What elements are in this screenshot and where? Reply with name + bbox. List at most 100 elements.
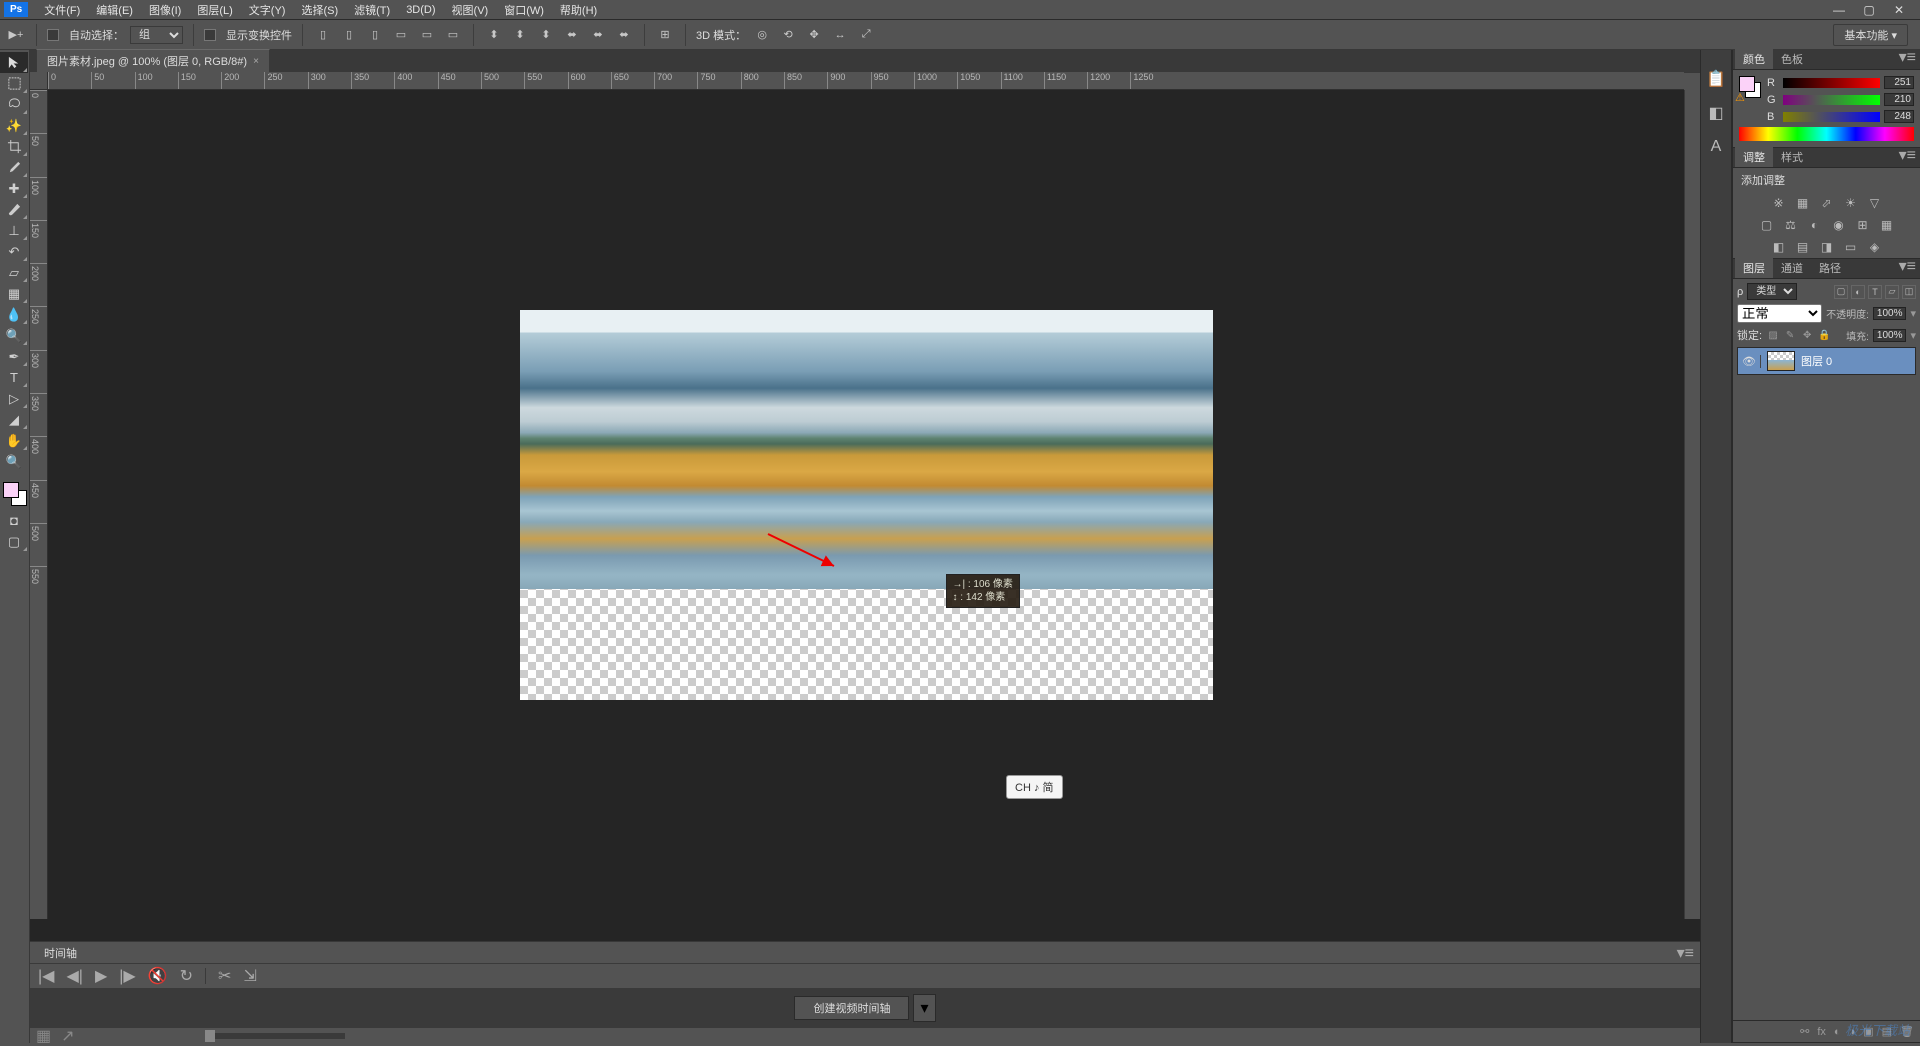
distribute-icon[interactable]: ⬌ bbox=[562, 25, 582, 45]
adjustments-tab[interactable]: 调整 bbox=[1735, 146, 1773, 167]
lock-position-icon[interactable]: ✥ bbox=[1800, 328, 1814, 342]
selective-color-icon[interactable]: ◈ bbox=[1867, 239, 1883, 255]
vibrance-icon[interactable]: ▽ bbox=[1867, 195, 1883, 211]
swatches-tab[interactable]: 色板 bbox=[1773, 48, 1811, 69]
move-tool-icon[interactable]: ▶+ bbox=[6, 25, 26, 45]
type-tool[interactable]: T bbox=[0, 367, 28, 388]
b-value[interactable]: 248 bbox=[1884, 110, 1914, 123]
properties-panel-icon[interactable]: ◧ bbox=[1705, 102, 1727, 124]
layers-tab[interactable]: 图层 bbox=[1735, 257, 1773, 278]
menu-type[interactable]: 文字(Y) bbox=[241, 0, 294, 20]
split-clip-icon[interactable]: ✂ bbox=[218, 966, 231, 986]
image-layer[interactable] bbox=[520, 310, 1213, 589]
distribute-icon[interactable]: ⬍ bbox=[536, 25, 556, 45]
distribute-icon[interactable]: ⬌ bbox=[614, 25, 634, 45]
zoom-tool[interactable]: 🔍 bbox=[0, 451, 28, 472]
curves-icon[interactable]: ⬀ bbox=[1819, 195, 1835, 211]
menu-filter[interactable]: 滤镜(T) bbox=[346, 0, 398, 20]
shape-tool[interactable]: ◢ bbox=[0, 409, 28, 430]
panel-menu-icon[interactable]: ▾≡ bbox=[1895, 45, 1920, 69]
hand-tool[interactable]: ✋ bbox=[0, 430, 28, 451]
brush-tool[interactable] bbox=[0, 199, 28, 220]
panel-menu-icon[interactable]: ▾≡ bbox=[1895, 143, 1920, 167]
lock-all-icon[interactable]: 🔒 bbox=[1817, 328, 1831, 342]
layer-style-icon[interactable]: fx bbox=[1817, 1026, 1826, 1038]
align-center-v-icon[interactable]: ▭ bbox=[417, 25, 437, 45]
loop-icon[interactable]: ↻ bbox=[180, 966, 193, 986]
auto-select-dropdown[interactable]: 组 bbox=[130, 26, 183, 44]
timeline-zoom-slider[interactable] bbox=[205, 1033, 345, 1039]
channels-tab[interactable]: 通道 bbox=[1773, 257, 1811, 278]
panel-menu-icon[interactable]: ▾≡ bbox=[1677, 943, 1694, 963]
gradient-map-icon[interactable]: ▭ bbox=[1843, 239, 1859, 255]
threeD-pan-icon[interactable]: ✥ bbox=[804, 25, 824, 45]
filter-adjustment-icon[interactable]: ◐ bbox=[1851, 285, 1865, 299]
g-value[interactable]: 210 bbox=[1884, 93, 1914, 106]
healing-brush-tool[interactable]: ✚ bbox=[0, 178, 28, 199]
visibility-toggle-icon[interactable]: 👁 bbox=[1742, 355, 1761, 368]
eraser-tool[interactable]: ▱ bbox=[0, 262, 28, 283]
channel-mixer-icon[interactable]: ⊞ bbox=[1855, 217, 1871, 233]
photo-filter-icon[interactable]: ◉ bbox=[1831, 217, 1847, 233]
invert-icon[interactable]: ◧ bbox=[1771, 239, 1787, 255]
maximize-button[interactable]: ▢ bbox=[1860, 3, 1878, 17]
horizontal-ruler[interactable]: 0501001502002503003504004505005506006507… bbox=[48, 72, 1684, 90]
history-panel-icon[interactable]: 📋 bbox=[1705, 68, 1727, 90]
threeD-slide-icon[interactable]: ↔ bbox=[830, 25, 850, 45]
crop-tool[interactable] bbox=[0, 136, 28, 157]
filter-smart-icon[interactable]: ◫ bbox=[1902, 285, 1916, 299]
prev-frame-icon[interactable]: ◀| bbox=[66, 966, 82, 986]
filter-type-icon[interactable]: T bbox=[1868, 285, 1882, 299]
align-top-icon[interactable]: ▭ bbox=[391, 25, 411, 45]
menu-file[interactable]: 文件(F) bbox=[36, 0, 88, 20]
lasso-tool[interactable] bbox=[0, 94, 28, 115]
layer-name[interactable]: 图层 0 bbox=[1801, 353, 1832, 369]
layer-mask-icon[interactable]: ◐ bbox=[1834, 1026, 1841, 1038]
artboard[interactable]: →| : 106 像素 ↕ : 142 像素 bbox=[520, 310, 1213, 700]
paths-tab[interactable]: 路径 bbox=[1811, 257, 1849, 278]
layer-filter-dropdown[interactable]: 类型 bbox=[1747, 283, 1797, 300]
layer-thumbnail[interactable] bbox=[1767, 351, 1795, 371]
color-balance-icon[interactable]: ⚖ bbox=[1783, 217, 1799, 233]
timeline-tab[interactable]: 时间轴 bbox=[36, 942, 85, 964]
screen-mode-toggle[interactable]: ▢ bbox=[0, 531, 28, 552]
auto-align-icon[interactable]: ⊞ bbox=[655, 25, 675, 45]
color-swatch[interactable]: ⚠ bbox=[1739, 76, 1761, 98]
styles-tab[interactable]: 样式 bbox=[1773, 146, 1811, 167]
brightness-contrast-icon[interactable]: ※ bbox=[1771, 195, 1787, 211]
align-right-icon[interactable]: ▯ bbox=[365, 25, 385, 45]
color-swatches[interactable] bbox=[3, 482, 27, 506]
color-lookup-icon[interactable]: ▦ bbox=[1879, 217, 1895, 233]
history-brush-tool[interactable]: ↶ bbox=[0, 241, 28, 262]
dodge-tool[interactable]: 🔍 bbox=[0, 325, 28, 346]
timeline-type-dropdown[interactable]: ▾ bbox=[913, 994, 935, 1022]
exposure-icon[interactable]: ☀ bbox=[1843, 195, 1859, 211]
move-tool[interactable] bbox=[0, 52, 28, 73]
gamut-warning-icon[interactable]: ⚠ bbox=[1735, 91, 1745, 104]
transition-icon[interactable]: ⇲ bbox=[243, 966, 256, 986]
clone-stamp-tool[interactable]: ⊥ bbox=[0, 220, 28, 241]
threshold-icon[interactable]: ◨ bbox=[1819, 239, 1835, 255]
next-frame-icon[interactable]: |▶ bbox=[119, 966, 135, 986]
canvas[interactable]: →| : 106 像素 ↕ : 142 像素 bbox=[48, 90, 1684, 919]
ime-indicator[interactable]: CH ♪ 简 bbox=[1006, 775, 1063, 799]
g-slider[interactable] bbox=[1783, 95, 1880, 105]
layer-item[interactable]: 👁 图层 0 bbox=[1737, 347, 1916, 375]
character-panel-icon[interactable]: A bbox=[1705, 136, 1727, 158]
distribute-icon[interactable]: ⬌ bbox=[588, 25, 608, 45]
foreground-color[interactable] bbox=[3, 482, 19, 498]
workspace-switcher[interactable]: 基本功能 ▾ bbox=[1833, 24, 1908, 46]
auto-select-checkbox[interactable] bbox=[47, 29, 59, 41]
levels-icon[interactable]: ▦ bbox=[1795, 195, 1811, 211]
color-ramp[interactable] bbox=[1739, 127, 1914, 141]
document-tab[interactable]: 图片素材.jpeg @ 100% (图层 0, RGB/8#) × bbox=[36, 49, 270, 72]
r-value[interactable]: 251 bbox=[1884, 76, 1914, 89]
blur-tool[interactable]: 💧 bbox=[0, 304, 28, 325]
fill-value[interactable]: 100% bbox=[1873, 329, 1907, 342]
filter-pixel-icon[interactable]: ▢ bbox=[1834, 285, 1848, 299]
align-center-h-icon[interactable]: ▯ bbox=[339, 25, 359, 45]
menu-image[interactable]: 图像(I) bbox=[141, 0, 189, 20]
menu-view[interactable]: 视图(V) bbox=[444, 0, 497, 20]
audio-mute-icon[interactable]: 🔇 bbox=[148, 966, 168, 986]
r-slider[interactable] bbox=[1783, 78, 1880, 88]
